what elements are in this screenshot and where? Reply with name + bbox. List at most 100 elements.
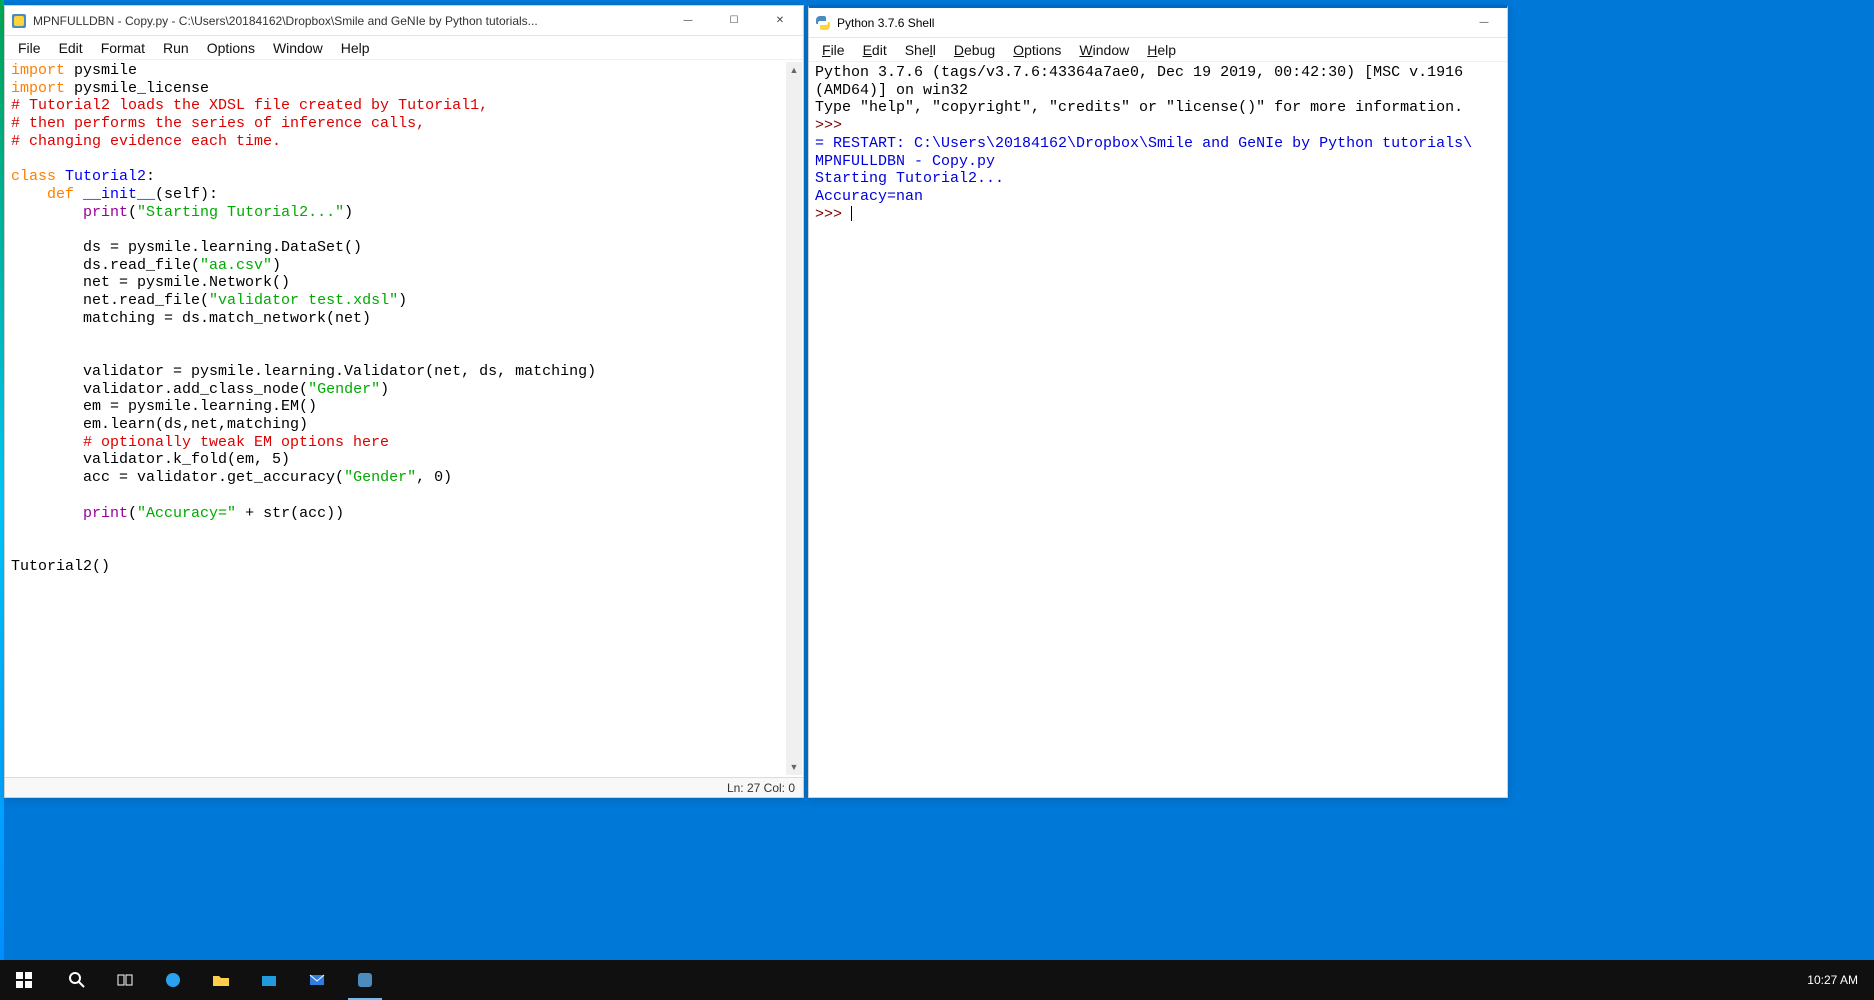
start-button[interactable] [0, 960, 48, 1000]
taskbar-pinned-apps [54, 960, 388, 1000]
shell-prompt: >>> [815, 206, 851, 223]
shell-output-area[interactable]: Python 3.7.6 (tags/v3.7.6:43364a7ae0, De… [809, 62, 1507, 797]
code-text: pysmile [65, 62, 137, 79]
edge-icon [163, 970, 183, 990]
code-text: em.learn(ds,net,matching) [11, 416, 308, 433]
code-classname: Tutorial2 [65, 168, 146, 185]
code-text: acc = validator.get_accuracy( [11, 469, 344, 486]
taskbar-store[interactable] [246, 960, 292, 1000]
taskview-icon [115, 970, 135, 990]
python-file-icon [11, 13, 27, 29]
editor-scrollbar[interactable]: ▲ ▼ [786, 62, 802, 775]
editor-menu-run[interactable]: Run [154, 38, 198, 58]
code-comment: # Tutorial2 loads the XDSL file created … [11, 97, 488, 114]
editor-statusbar: Ln: 27 Col: 0 [5, 777, 803, 797]
scroll-up-icon[interactable]: ▲ [786, 62, 802, 78]
editor-maximize-button[interactable]: ☐ [711, 6, 757, 36]
taskbar-search[interactable] [54, 960, 100, 1000]
code-text: ) [272, 257, 281, 274]
code-string: "Accuracy=" [137, 505, 236, 522]
shell-titlebar[interactable]: Python 3.7.6 Shell — [809, 8, 1507, 38]
search-icon [67, 970, 87, 990]
shell-menu-help[interactable]: Help [1138, 40, 1185, 60]
python-icon [355, 970, 375, 990]
taskbar-mail[interactable] [294, 960, 340, 1000]
shell-menubar: File Edit Shell Debug Options Window Hel… [809, 38, 1507, 62]
code-text: , 0) [416, 469, 452, 486]
code-indent [11, 505, 83, 522]
code-text: em = pysmile.learning.EM() [11, 398, 317, 415]
code-text: net = pysmile.Network() [11, 274, 290, 291]
shell-banner: Type "help", "copyright", "credits" or "… [815, 99, 1463, 116]
taskbar-edge[interactable] [150, 960, 196, 1000]
editor-cursor-position: Ln: 27 Col: 0 [727, 781, 795, 795]
mail-icon [307, 970, 327, 990]
scroll-down-icon[interactable]: ▼ [786, 759, 802, 775]
shell-output-line: Accuracy=nan [815, 188, 923, 205]
code-text: net.read_file( [11, 292, 209, 309]
code-funcname: __init__ [83, 186, 155, 203]
editor-menu-options[interactable]: Options [198, 38, 264, 58]
python-icon [815, 15, 831, 31]
shell-menu-options[interactable]: Options [1004, 40, 1070, 60]
editor-menu-window[interactable]: Window [264, 38, 332, 58]
windows-logo-icon [14, 970, 34, 990]
editor-titlebar[interactable]: MPNFULLDBN - Copy.py - C:\Users\20184162… [5, 6, 803, 36]
editor-title-text: MPNFULLDBN - Copy.py - C:\Users\20184162… [33, 14, 538, 28]
code-kw: def [47, 186, 83, 203]
code-text: ) [398, 292, 407, 309]
shell-restart-line: = RESTART: C:\Users\20184162\Dropbox\Smi… [815, 135, 1472, 152]
code-string: "Gender" [308, 381, 380, 398]
code-text: (self): [155, 186, 218, 203]
editor-menu-help[interactable]: Help [332, 38, 379, 58]
text-cursor [851, 206, 852, 221]
code-text: ( [128, 204, 137, 221]
shell-output-line: Starting Tutorial2... [815, 170, 1004, 187]
code-text: Tutorial2() [11, 558, 110, 575]
code-string: "aa.csv" [200, 257, 272, 274]
editor-close-button[interactable]: ✕ [757, 6, 803, 36]
code-comment: # then performs the series of inference … [11, 115, 425, 132]
code-comment: # changing evidence each time. [11, 133, 281, 150]
code-text: + str(acc)) [236, 505, 344, 522]
code-comment: # optionally tweak EM options here [11, 434, 389, 451]
taskbar-idle[interactable] [342, 960, 388, 1000]
code-text: validator.k_fold(em, 5) [11, 451, 290, 468]
taskbar-explorer[interactable] [198, 960, 244, 1000]
editor-minimize-button[interactable]: — [665, 6, 711, 36]
code-text: matching = ds.match_network(net) [11, 310, 371, 327]
shell-menu-shell[interactable]: Shell [896, 40, 945, 60]
taskbar-clock[interactable]: 10:27 AM [1801, 973, 1864, 987]
editor-menu-format[interactable]: Format [92, 38, 154, 58]
shell-menu-window[interactable]: Window [1070, 40, 1138, 60]
shell-prompt: >>> [815, 117, 851, 134]
shell-menu-edit[interactable]: Edit [854, 40, 896, 60]
code-text: validator = pysmile.learning.Validator(n… [11, 363, 596, 380]
code-string: "validator test.xdsl" [209, 292, 398, 309]
shell-minimize-button[interactable]: — [1461, 8, 1507, 38]
code-text: ) [344, 204, 353, 221]
shell-restart-line: MPNFULLDBN - Copy.py [815, 153, 995, 170]
taskbar-taskview[interactable] [102, 960, 148, 1000]
code-text: pysmile_license [65, 80, 209, 97]
shell-menu-file[interactable]: File [813, 40, 854, 60]
editor-menu-file[interactable]: File [9, 38, 50, 58]
code-text: validator.add_class_node( [11, 381, 308, 398]
code-indent [11, 204, 83, 221]
folder-icon [211, 970, 231, 990]
shell-menu-debug[interactable]: Debug [945, 40, 1004, 60]
shell-title-text: Python 3.7.6 Shell [837, 16, 934, 30]
code-text: ( [128, 505, 137, 522]
editor-menu-edit[interactable]: Edit [50, 38, 92, 58]
code-kw: import [11, 80, 65, 97]
code-text: : [146, 168, 155, 185]
windows-taskbar[interactable]: 10:27 AM [0, 960, 1874, 1000]
editor-menubar: File Edit Format Run Options Window Help [5, 36, 803, 60]
editor-code-area[interactable]: import pysmile import pysmile_license # … [5, 60, 803, 777]
store-icon [259, 970, 279, 990]
code-kw: class [11, 168, 65, 185]
code-text: ) [380, 381, 389, 398]
shell-banner: (AMD64)] on win32 [815, 82, 968, 99]
code-text: ds = pysmile.learning.DataSet() [11, 239, 362, 256]
taskbar-time: 10:27 AM [1807, 973, 1858, 987]
